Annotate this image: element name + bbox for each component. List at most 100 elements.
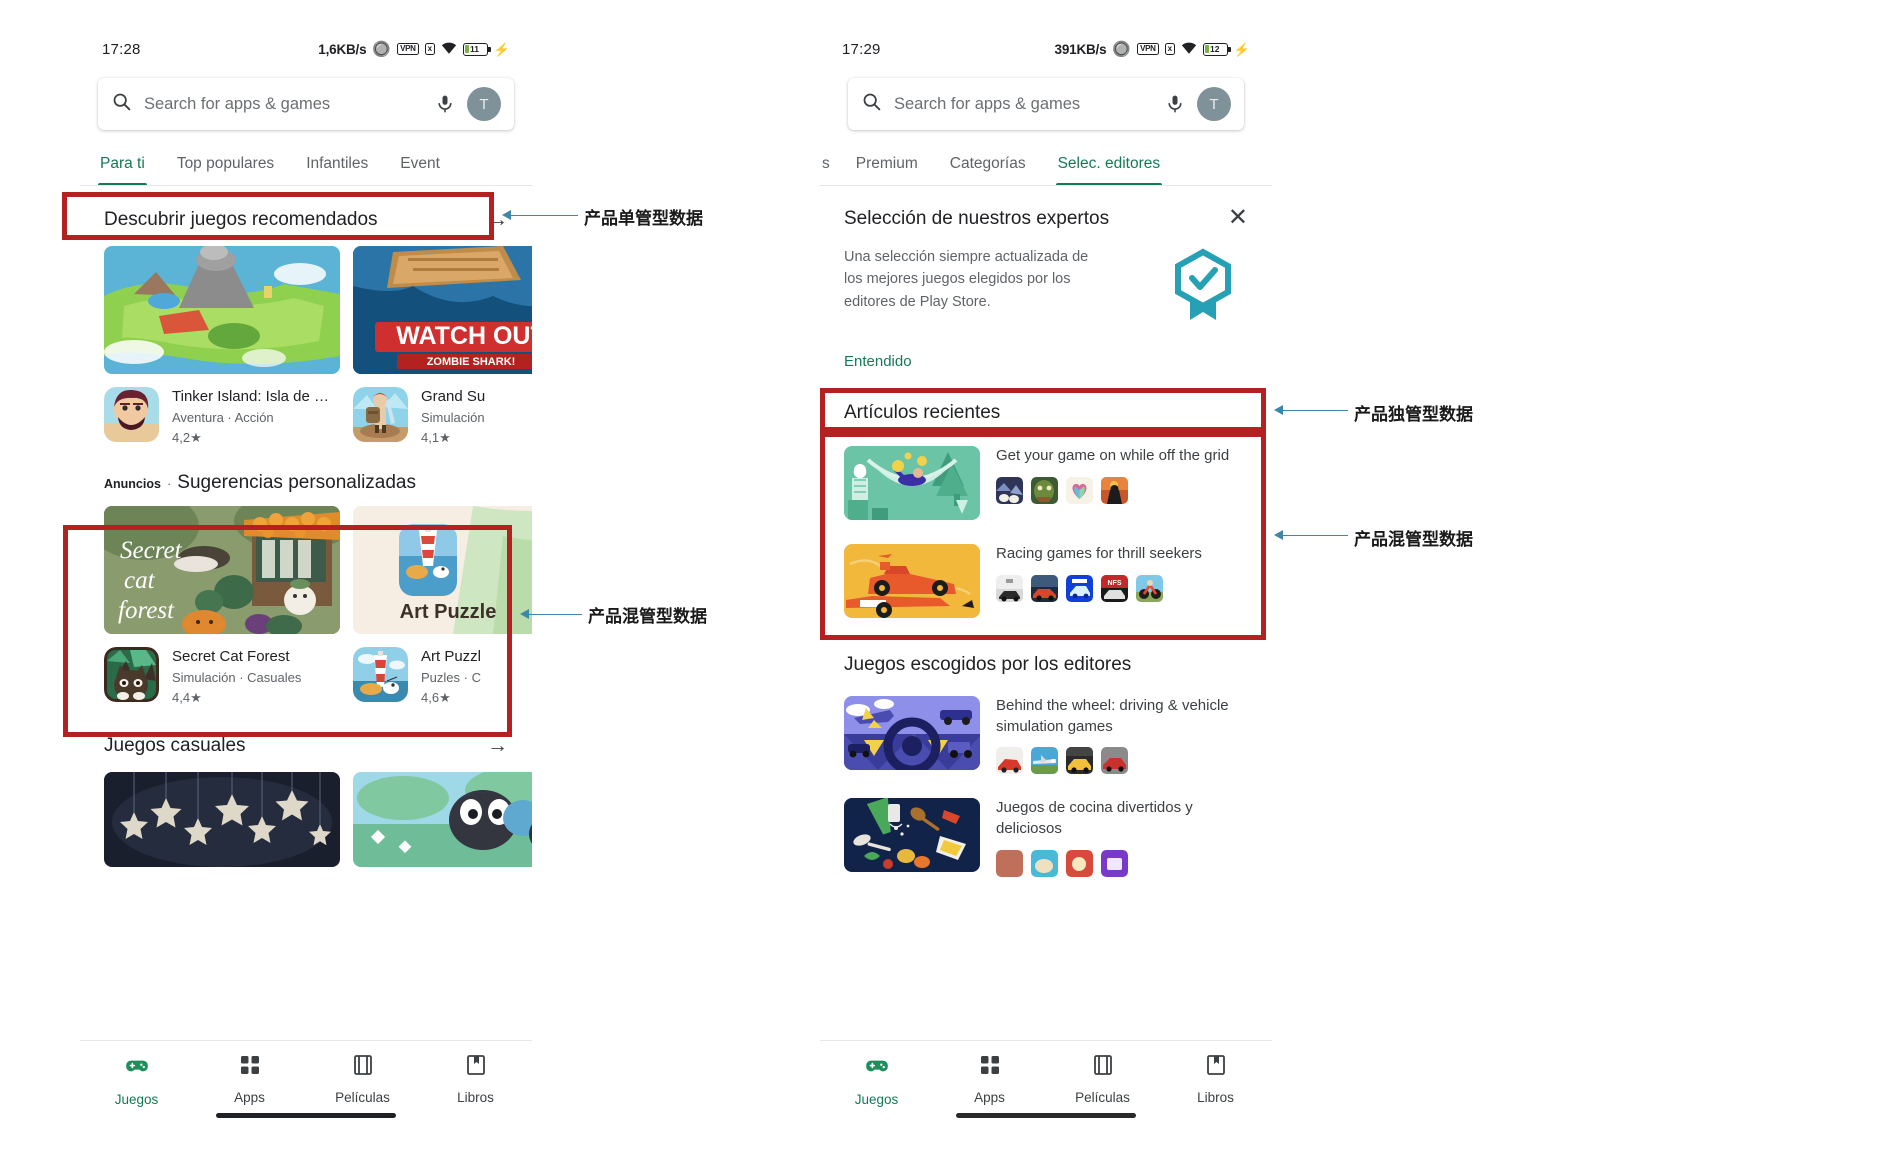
apps-grid-icon [978,1053,1002,1082]
article-row[interactable]: Juegos de cocina divertidos y deliciosos [820,788,1272,890]
microphone-icon[interactable] [1165,94,1185,114]
app-mini-icon[interactable] [1031,849,1058,877]
tab-categorias[interactable]: Categorías [934,155,1042,185]
ads-badge: Anuncios [104,477,161,491]
game-meta: Grand Su Simulación 4,1★ [421,387,485,446]
app-mini-icon[interactable] [1031,574,1058,602]
article-app-icons [996,849,1248,877]
wifi-icon [441,42,457,57]
close-icon[interactable]: ✕ [1228,205,1248,229]
svg-text:Secret: Secret [120,537,183,564]
app-icon-tinker-island[interactable] [104,387,159,442]
game-meta: Art Puzzl Puzles · C 4,6★ [421,647,481,706]
book-icon [464,1053,488,1082]
app-mini-icon[interactable] [1101,747,1128,775]
app-category: Simulación [421,410,485,425]
app-mini-icon[interactable] [1101,849,1128,877]
app-mini-icon[interactable] [996,574,1023,602]
nav-item-juegos[interactable]: Juegos [820,1053,933,1107]
status-bar-left: 17:28 1,6KB/s 🔘 VPN x 11 ⚡ [80,28,532,70]
status-bar-right: 17:29 391KB/s 🔘 VPN x 12 ⚡ [820,28,1272,70]
bottom-nav-right: Juegos Apps Películas Libros [820,1040,1272,1128]
search-input[interactable]: Search for apps & games [894,95,1153,114]
search-input[interactable]: Search for apps & games [144,95,423,114]
ads-section-header: Anuncios · Sugerencias personalizadas [80,446,532,506]
annotation-label-1: 产品单管型数据 [584,209,703,228]
game-banner-grand-survival[interactable]: WATCH OUT ZOMBIE SHARK! [353,246,532,374]
nav-label: Juegos [854,1092,899,1107]
game-card[interactable]: Tinker Island: Isla de … Aventura · Acci… [104,246,340,446]
search-bar[interactable]: Search for apps & games T [848,78,1244,130]
nav-item-juegos[interactable]: Juegos [80,1053,193,1107]
tab-event[interactable]: Event [384,155,456,185]
tab-partial-left[interactable]: s [820,155,840,185]
app-mini-icon[interactable] [1136,574,1163,602]
app-mini-icon[interactable] [1031,476,1058,504]
game-banner-cartoon[interactable] [353,772,532,867]
nav-item-libros[interactable]: Libros [1159,1053,1272,1105]
annotation-label-2: 产品混管型数据 [588,607,707,626]
article-row[interactable]: Get your game on while off the grid [820,436,1272,534]
tab-para-ti[interactable]: Para ti [84,155,161,185]
nav-item-peliculas[interactable]: Películas [1046,1053,1159,1105]
tab-infantiles[interactable]: Infantiles [290,155,384,185]
game-card[interactable]: WATCH OUT ZOMBIE SHARK! Grand Su Simulac… [353,246,532,446]
arrow-right-icon[interactable]: → [487,734,508,758]
article-title: Behind the wheel: driving & vehicle simu… [996,697,1229,735]
network-speed: 391KB/s [1054,41,1107,57]
book-icon [1204,1053,1228,1082]
game-card[interactable] [353,772,532,867]
game-banner-tinker-island[interactable] [104,246,340,374]
game-card[interactable]: Art Puzzle Art Puzzl Puzles · C 4,6★ [353,506,532,706]
app-mini-icon[interactable] [1066,476,1093,504]
expert-selection-card: Selección de nuestros expertos ✕ Una sel… [820,186,1272,376]
gamepad-icon [124,1053,150,1084]
tab-premium[interactable]: Premium [840,155,934,185]
game-banner-secret-cat-forest[interactable]: Secret cat forest [104,506,340,634]
section-title: Juegos escogidos por los editores [844,654,1132,675]
expert-card-header: Selección de nuestros expertos ✕ [844,205,1248,230]
avatar[interactable]: T [467,87,501,121]
nav-item-apps[interactable]: Apps [933,1053,1046,1105]
tab-top-populares[interactable]: Top populares [161,155,290,185]
app-category: Aventura · Acción [172,410,274,425]
battery-icon: 12 [1202,42,1231,56]
app-mini-icon[interactable] [996,849,1023,877]
app-mini-icon[interactable]: NFS [1101,574,1128,602]
search-icon [861,91,882,117]
annotation-arrow-4 [1274,530,1283,540]
section-header-discover[interactable]: Descubrir juegos recomendados → [80,186,532,246]
bottom-nav-left: Juegos Apps Películas Libros [80,1040,532,1128]
app-rating: 4,2★ [172,430,202,445]
avatar[interactable]: T [1197,87,1231,121]
app-mini-icon[interactable] [996,747,1023,775]
network-speed: 1,6KB/s [318,41,367,57]
game-banner-art-puzzle[interactable]: Art Puzzle [353,506,532,634]
microphone-icon[interactable] [435,94,455,114]
search-bar[interactable]: Search for apps & games T [98,78,514,130]
article-row[interactable]: Behind the wheel: driving & vehicle simu… [820,686,1272,788]
app-mini-icon[interactable] [1066,849,1093,877]
game-card[interactable] [104,772,340,867]
article-row[interactable]: Racing games for thrill seekers NFS [820,534,1272,632]
section-header-casual[interactable]: Juegos casuales → [80,706,532,772]
nav-item-peliculas[interactable]: Películas [306,1053,419,1105]
tab-bar-right: s Premium Categorías Selec. editores [820,140,1272,186]
app-mini-icon[interactable] [1066,574,1093,602]
annotation-arrow-3 [1274,405,1283,415]
app-mini-icon[interactable] [1066,747,1093,775]
nav-item-libros[interactable]: Libros [419,1053,532,1105]
tab-selec-editores[interactable]: Selec. editores [1042,155,1177,185]
app-icon-grand-survival[interactable] [353,387,408,442]
entendido-button[interactable]: Entendido [844,353,1248,370]
app-mini-icon[interactable] [1101,476,1128,504]
app-icon-secret-cat-forest[interactable] [104,647,159,702]
app-icon-art-puzzle[interactable] [353,647,408,702]
article-image-cooking [844,798,980,873]
app-mini-icon[interactable] [1031,747,1058,775]
search-container-right: Search for apps & games T [820,70,1272,140]
nav-item-apps[interactable]: Apps [193,1053,306,1105]
game-card[interactable]: Secret cat forest Secret Cat Forest Simu… [104,506,340,706]
app-mini-icon[interactable] [996,476,1023,504]
game-banner-stars[interactable] [104,772,340,867]
